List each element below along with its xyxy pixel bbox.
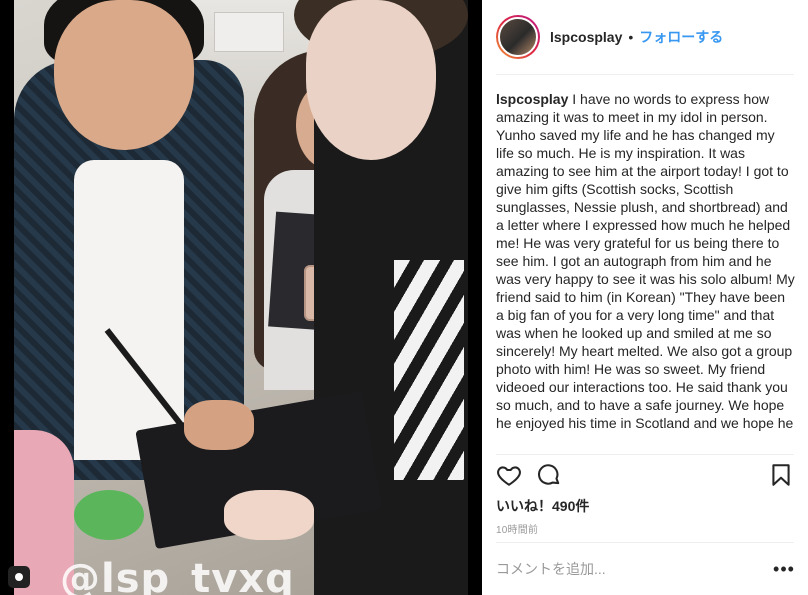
action-bar <box>496 462 794 488</box>
post-photo[interactable] <box>14 0 468 595</box>
video-icon <box>8 566 30 588</box>
green-plush <box>74 490 144 540</box>
caption-username[interactable]: lspcosplay <box>496 91 568 107</box>
follow-button[interactable]: フォローする <box>639 27 723 47</box>
heart-icon[interactable] <box>496 462 522 488</box>
username-link[interactable]: lspcosplay <box>550 29 622 45</box>
post-caption: lspcosplay I have no words to express ho… <box>496 90 796 452</box>
comment-input[interactable] <box>496 561 774 577</box>
bookmark-icon[interactable] <box>768 462 794 488</box>
header-user-line: lspcosplay • フォローする <box>550 27 723 47</box>
comment-bar: ••• <box>496 554 794 584</box>
actions-divider <box>496 454 794 455</box>
idol-face <box>54 0 194 150</box>
avatar[interactable] <box>496 15 540 59</box>
separator-dot: • <box>628 29 634 45</box>
likes-count[interactable]: いいね！490件 <box>496 496 589 516</box>
fan-jacket-print <box>394 260 464 480</box>
comment-divider <box>496 542 794 543</box>
post-timestamp[interactable]: 10時間前 <box>496 521 538 536</box>
white-shirt <box>74 160 184 460</box>
post-media[interactable]: @lsp_tvxq <box>0 0 482 595</box>
more-options-icon[interactable]: ••• <box>773 559 794 579</box>
header-divider <box>496 74 794 75</box>
comment-icon[interactable] <box>536 462 562 488</box>
caption-text: I have no words to express how amazing i… <box>496 91 795 431</box>
ceiling-panel <box>214 12 284 52</box>
signing-hand <box>184 400 254 450</box>
avatar-image <box>498 17 538 57</box>
fan-hand <box>224 490 314 540</box>
fan-face <box>306 0 436 160</box>
post-sidebar: lspcosplay • フォローする lspcosplay I have no… <box>482 0 808 595</box>
instagram-post: @lsp_tvxq lspcosplay • フォローする lspcosplay… <box>0 0 808 595</box>
post-header: lspcosplay • フォローする <box>496 14 794 60</box>
video-watermark: @lsp_tvxq <box>60 556 295 595</box>
